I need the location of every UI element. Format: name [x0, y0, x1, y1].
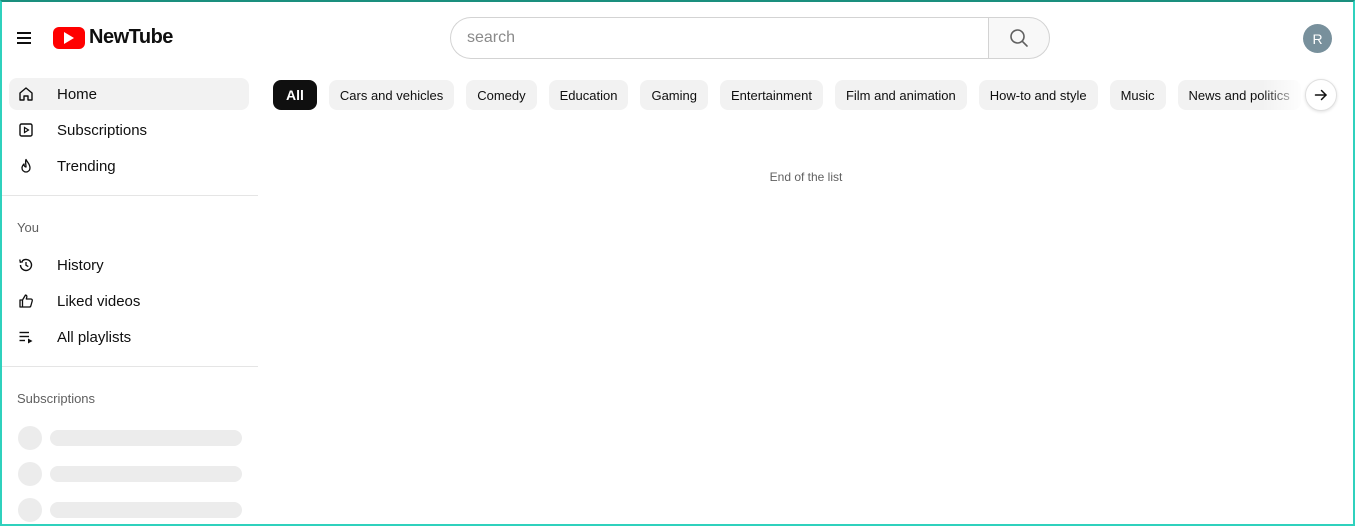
chip-how-to-and-style[interactable]: How-to and style [978, 80, 1098, 110]
hamburger-icon [17, 32, 31, 44]
history-icon [17, 256, 35, 274]
sidebar-item-trending[interactable]: Trending [9, 150, 249, 182]
sidebar-item-label: All playlists [57, 328, 132, 346]
chip-education[interactable]: Education [548, 80, 629, 110]
brand-name: NewTube [89, 26, 173, 48]
chip-comedy[interactable]: Comedy [466, 80, 537, 110]
skeleton-avatar [18, 498, 42, 522]
chip-music[interactable]: Music [1109, 80, 1166, 110]
play-logo-icon [53, 26, 85, 49]
thumbs-up-icon [17, 292, 35, 310]
end-of-list-message: End of the list [769, 170, 843, 184]
flame-icon [17, 157, 35, 175]
chip-film-and-animation[interactable]: Film and animation [834, 80, 967, 110]
search-button[interactable] [988, 17, 1050, 59]
sidebar-item-label: History [57, 256, 104, 274]
menu-button[interactable] [12, 26, 36, 50]
sidebar-item-history[interactable]: History [9, 249, 249, 281]
playlist-icon [17, 328, 35, 346]
subscriptions-icon [17, 121, 35, 139]
chip-cars-and-vehicles[interactable]: Cars and vehicles [328, 80, 455, 110]
category-chips: All Cars and vehicles Comedy Education G… [273, 80, 1303, 110]
skeleton-avatar [18, 426, 42, 450]
sidebar: Home Subscriptions Trending You History [2, 74, 258, 524]
sidebar-item-all-playlists[interactable]: All playlists [9, 321, 249, 353]
sidebar-item-home[interactable]: Home [9, 78, 249, 110]
skeleton-text [50, 466, 242, 482]
chips-fade [1262, 80, 1306, 110]
skeleton-text [50, 430, 242, 446]
skeleton-avatar [18, 462, 42, 486]
subscription-skeleton [18, 492, 258, 524]
sidebar-item-liked-videos[interactable]: Liked videos [9, 285, 249, 317]
arrow-right-icon [1314, 89, 1327, 101]
chip-gaming[interactable]: Gaming [640, 80, 708, 110]
search-icon [1010, 29, 1028, 47]
chip-entertainment[interactable]: Entertainment [720, 80, 823, 110]
subscription-skeleton [18, 456, 258, 492]
sidebar-item-subscriptions[interactable]: Subscriptions [9, 114, 249, 146]
chip-all[interactable]: All [273, 80, 317, 110]
search-input[interactable] [450, 17, 988, 59]
chips-scroll-right-button[interactable] [1305, 79, 1337, 111]
skeleton-text [50, 502, 242, 518]
search-bar [450, 17, 1050, 59]
subscription-skeleton [18, 420, 258, 456]
sidebar-item-label: Home [57, 85, 98, 103]
section-title-you: You [17, 220, 39, 235]
sidebar-item-label: Trending [57, 157, 116, 175]
sidebar-item-label: Liked videos [57, 292, 141, 310]
section-title-subscriptions: Subscriptions [17, 391, 96, 406]
home-icon [17, 85, 35, 103]
brand-logo[interactable]: NewTube [53, 26, 173, 49]
sidebar-item-label: Subscriptions [57, 121, 148, 139]
app-window: NewTube R Home Subscriptions [0, 0, 1355, 526]
avatar[interactable]: R [1303, 24, 1332, 53]
